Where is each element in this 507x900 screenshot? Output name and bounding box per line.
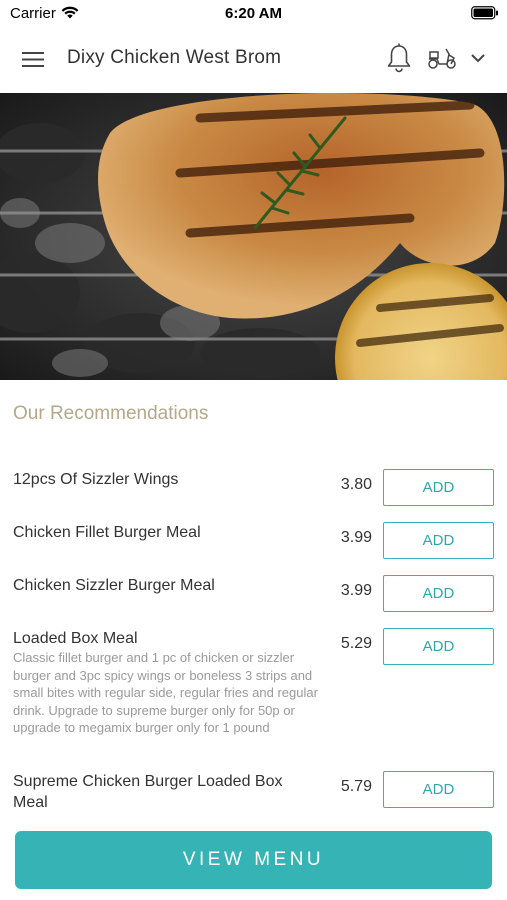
section-title: Our Recommendations — [13, 403, 209, 424]
app-header: Dixy Chicken West Brom — [0, 28, 507, 92]
item-name: Supreme Chicken Burger Loaded Box Meal — [13, 773, 283, 811]
clock: 6:20 AM — [225, 5, 282, 22]
scooter-icon[interactable] — [427, 46, 457, 75]
item-price: 5.79 — [340, 778, 372, 795]
chevron-down-icon[interactable] — [470, 51, 486, 69]
restaurant-title: Dixy Chicken West Brom — [67, 47, 282, 68]
add-button[interactable]: ADD — [383, 575, 494, 612]
view-menu-button[interactable]: VIEW MENU — [15, 831, 492, 889]
add-button[interactable]: ADD — [383, 628, 494, 665]
item-name: Chicken Sizzler Burger Meal — [13, 577, 215, 594]
add-button[interactable]: ADD — [383, 469, 494, 506]
battery-icon — [471, 6, 499, 25]
item-price: 3.99 — [340, 529, 372, 546]
item-name: 12pcs Of Sizzler Wings — [13, 471, 179, 488]
bell-icon[interactable] — [386, 43, 412, 78]
item-name: Chicken Fillet Burger Meal — [13, 524, 201, 541]
add-button[interactable]: ADD — [383, 771, 494, 808]
item-price: 3.99 — [340, 582, 372, 599]
add-button[interactable]: ADD — [383, 522, 494, 559]
hamburger-menu-icon[interactable] — [22, 50, 46, 70]
item-description: Classic fillet burger and 1 pc of chicke… — [13, 650, 318, 736]
hero-food-image — [0, 93, 507, 380]
item-name: Loaded Box Meal — [13, 630, 138, 647]
item-price: 3.80 — [340, 476, 372, 493]
status-bar: Carrier 6:20 AM — [0, 0, 507, 28]
item-price: 5.29 — [340, 635, 372, 652]
